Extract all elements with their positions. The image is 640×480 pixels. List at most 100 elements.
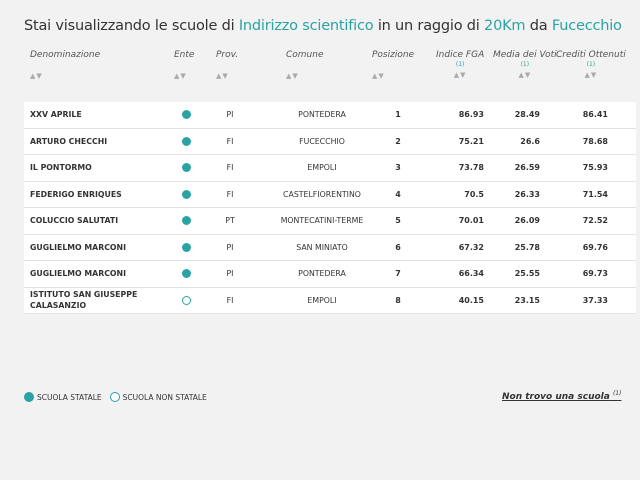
table-row[interactable]: IL PONTORMO FI EMPOLI 3 73.78 26.59 75.93	[24, 155, 636, 182]
school-media: 25.78	[514, 242, 540, 252]
table-row[interactable]: COLUCCIO SALUTATI PT MONTECATINI-TERME 5 70.…	[24, 208, 636, 235]
note-ref[interactable]: (1)	[556, 61, 626, 68]
school-fga: 86.93	[458, 110, 484, 120]
school-name[interactable]: ARTURO CHECCHI	[30, 129, 170, 155]
school-fga: 70.01	[458, 216, 484, 226]
table-row[interactable]: FEDERIGO ENRIQUES FI CASTELFIORENTINO 4 70.5…	[24, 182, 636, 208]
table-row[interactable]: ARTURO CHECCHI FI FUCECCHIO 2 75.21 26.6 78.68	[24, 129, 636, 155]
schools-table: XXV APRILE PI PONTEDERA 1 86.93 28.49 86.41 ART…	[24, 102, 636, 314]
filled-circle-icon	[181, 189, 191, 199]
legend-statale: SCUOLA STATALE	[24, 392, 102, 402]
school-ente	[176, 261, 196, 287]
table-row[interactable]: GUGLIELMO MARCONI PI SAN MINIATO 6 67.32 25.7…	[24, 235, 636, 261]
school-name[interactable]: FEDERIGO ENRIQUES	[30, 182, 170, 208]
school-prov: FI	[226, 163, 234, 173]
school-fga: 67.32	[458, 242, 484, 252]
school-posizione: 4	[395, 189, 401, 199]
note-ref[interactable]: (1)	[493, 61, 557, 68]
school-name[interactable]: XXV APRILE	[30, 102, 170, 128]
title-indirizzo: Indirizzo scientifico	[238, 18, 374, 34]
title-da: da	[525, 18, 552, 34]
school-media: 26.6	[520, 136, 540, 146]
school-media: 26.09	[514, 216, 540, 226]
filled-circle-icon	[181, 110, 191, 120]
table-header: Denominazione ▲▼ Ente ▲▼ Prov. ▲▼ Comune…	[0, 50, 640, 100]
school-posizione: 5	[395, 216, 401, 226]
filled-circle-icon	[181, 216, 191, 226]
filled-circle-icon	[181, 242, 191, 252]
school-comune: MONTECATINI-TERME	[280, 216, 364, 226]
filled-circle-icon	[181, 269, 191, 279]
school-name[interactable]: IL PONTORMO	[30, 155, 170, 181]
empty-circle-icon	[109, 392, 120, 402]
school-crediti: 37.33	[582, 295, 608, 305]
school-crediti: 86.41	[582, 110, 608, 120]
sort-icon[interactable]: ▲▼	[30, 72, 100, 80]
school-ente	[176, 288, 196, 314]
school-crediti: 72.52	[582, 216, 608, 226]
col-posizione[interactable]: Posizione ▲▼	[372, 50, 414, 80]
school-ente	[176, 182, 196, 208]
school-media: 23.15	[514, 295, 540, 305]
school-ente	[176, 155, 196, 181]
note-ref[interactable]: (1)	[436, 61, 484, 68]
school-prov: FI	[226, 295, 234, 305]
school-prov: FI	[226, 136, 234, 146]
school-ente	[176, 129, 196, 155]
sort-icon[interactable]: ▲▼	[216, 72, 238, 80]
school-crediti: 75.93	[582, 163, 608, 173]
filled-circle-icon	[181, 136, 191, 146]
col-fga[interactable]: Indice FGA (1) ▲▼	[436, 50, 484, 79]
school-crediti: 78.68	[582, 136, 608, 146]
school-posizione: 3	[395, 163, 401, 173]
school-name[interactable]: COLUCCIO SALUTATI	[30, 208, 170, 234]
title-citta: Fucecchio	[551, 18, 622, 34]
not-found-link[interactable]: Non trovo una scuola (1)	[502, 390, 621, 402]
table-row[interactable]: XXV APRILE PI PONTEDERA 1 86.93 28.49 86.41	[24, 102, 636, 129]
school-fga: 66.34	[458, 269, 484, 279]
filled-circle-icon	[24, 392, 34, 402]
sort-icon[interactable]: ▲▼	[493, 71, 557, 79]
sort-icon[interactable]: ▲▼	[436, 71, 484, 79]
col-prov[interactable]: Prov. ▲▼	[216, 50, 238, 80]
school-fga: 40.15	[458, 295, 484, 305]
school-prov: PI	[226, 269, 234, 279]
school-fga: 75.21	[458, 136, 484, 146]
school-ente	[176, 208, 196, 234]
school-name[interactable]: GUGLIELMO MARCONI	[30, 261, 170, 287]
col-denominazione[interactable]: Denominazione ▲▼	[30, 50, 100, 80]
school-media: 26.33	[514, 189, 540, 199]
col-media[interactable]: Media dei Voti (1) ▲▼	[493, 50, 557, 79]
school-comune: EMPOLI	[307, 163, 337, 173]
sort-icon[interactable]: ▲▼	[174, 72, 194, 80]
school-comune: PONTEDERA	[298, 269, 346, 279]
school-posizione: 1	[395, 110, 401, 120]
title-prefix: Stai visualizzando le scuole di	[24, 18, 239, 34]
col-crediti[interactable]: Crediti Ottenuti (1) ▲▼	[556, 50, 626, 79]
filled-circle-icon	[181, 163, 191, 173]
school-crediti: 69.76	[582, 242, 608, 252]
school-posizione: 6	[395, 242, 401, 252]
school-fga: 70.5	[464, 189, 484, 199]
school-ente	[176, 235, 196, 261]
sort-icon[interactable]: ▲▼	[556, 71, 626, 79]
school-comune: EMPOLI	[307, 295, 337, 305]
school-crediti: 69.73	[582, 269, 608, 279]
note-ref[interactable]: (1)	[613, 390, 622, 397]
school-fga: 73.78	[458, 163, 484, 173]
table-row[interactable]: GUGLIELMO MARCONI PI PONTEDERA 7 66.34 25.55 6…	[24, 261, 636, 288]
legend: SCUOLA STATALE SCUOLA NON STATALE	[24, 392, 215, 402]
title-raggio: 20Km	[484, 18, 526, 34]
table-row[interactable]: ISTITUTO SAN GIUSEPPE CALASANZIO FI EMPOLI…	[24, 288, 636, 314]
sort-icon[interactable]: ▲▼	[286, 72, 324, 80]
col-ente[interactable]: Ente ▲▼	[174, 50, 194, 80]
col-comune[interactable]: Comune ▲▼	[286, 50, 324, 80]
school-name[interactable]: ISTITUTO SAN GIUSEPPE CALASANZIO	[30, 288, 170, 314]
school-prov: FI	[226, 189, 234, 199]
school-media: 26.59	[514, 163, 540, 173]
school-prov: PI	[226, 242, 234, 252]
school-comune: SAN MINIATO	[296, 242, 348, 252]
sort-icon[interactable]: ▲▼	[372, 72, 414, 80]
school-name[interactable]: GUGLIELMO MARCONI	[30, 235, 170, 261]
school-crediti: 71.54	[582, 189, 608, 199]
